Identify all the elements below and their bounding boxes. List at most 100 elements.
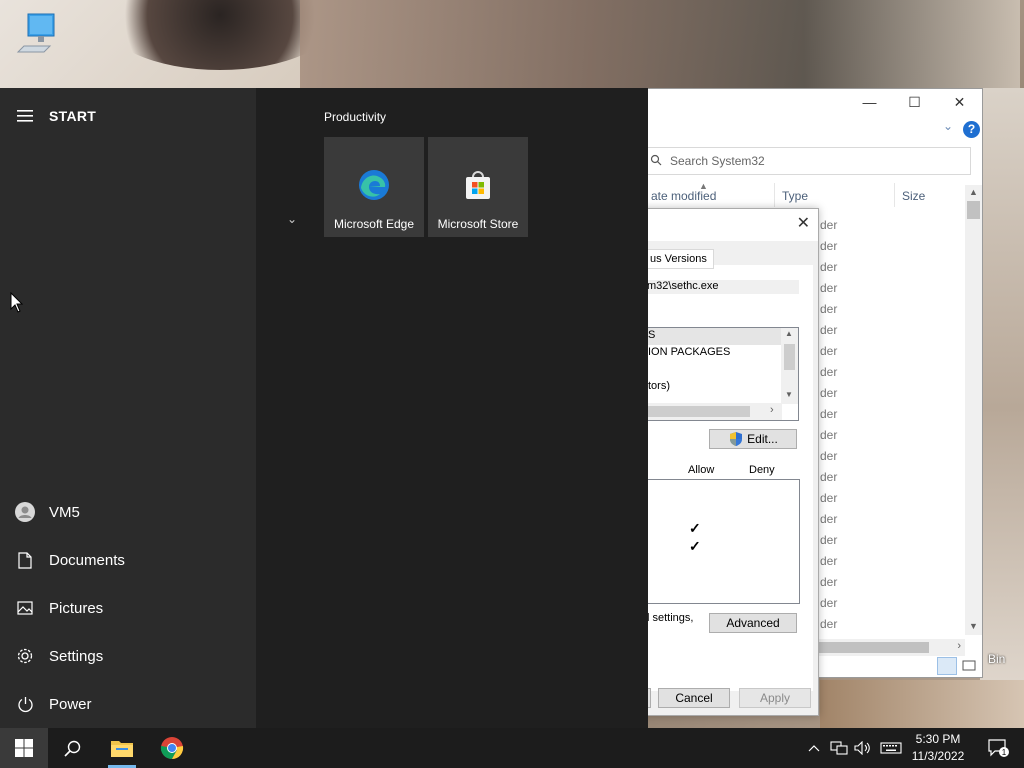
rail-item-label: Pictures — [49, 599, 104, 617]
edit-button[interactable]: Edit... — [709, 429, 797, 449]
rail-item-user[interactable]: VM5 — [0, 490, 256, 534]
file-row-type[interactable]: der — [820, 218, 837, 232]
scroll-thumb[interactable] — [784, 344, 795, 370]
chrome-taskbar-button[interactable] — [148, 728, 196, 768]
help-icon[interactable]: ? — [963, 121, 980, 138]
file-row-type[interactable]: der — [820, 575, 837, 589]
notification-icon: 1 — [988, 739, 1009, 757]
file-row-type[interactable]: der — [820, 407, 837, 421]
pictures-icon — [15, 598, 35, 618]
rail-item-label: Power — [49, 695, 92, 713]
file-row-type[interactable]: der — [820, 449, 837, 463]
keyboard-icon — [880, 742, 902, 754]
file-row-type[interactable]: der — [820, 365, 837, 379]
search-icon — [63, 740, 80, 757]
search-button[interactable] — [48, 728, 96, 768]
uac-shield-icon — [730, 432, 743, 446]
search-box[interactable]: Search System32 — [643, 147, 971, 175]
list-horizontal-scrollbar[interactable]: › — [646, 403, 782, 420]
rail-item-documents[interactable]: Documents — [0, 538, 256, 582]
file-row-type[interactable]: der — [820, 554, 837, 568]
recycle-bin-label[interactable]: Bin — [988, 652, 1005, 666]
start-button[interactable] — [0, 728, 48, 768]
object-name-field: m32\sethc.exe — [645, 280, 799, 294]
scroll-up-arrow[interactable]: ▲ — [969, 187, 978, 197]
wallpaper-shape — [820, 680, 1024, 728]
column-size[interactable]: Size — [902, 189, 925, 203]
file-row-type[interactable]: der — [820, 596, 837, 610]
close-icon[interactable]: ✕ — [797, 213, 810, 233]
file-explorer-taskbar-button[interactable] — [98, 728, 146, 768]
maximize-button[interactable]: ☐ — [892, 89, 937, 115]
close-button[interactable]: ✕ — [937, 89, 982, 115]
windows-logo-icon — [15, 739, 33, 757]
file-row-type[interactable]: der — [820, 491, 837, 505]
large-icons-view-button[interactable] — [959, 657, 979, 675]
file-row-type[interactable]: der — [820, 344, 837, 358]
document-icon — [15, 550, 35, 570]
volume-button[interactable] — [852, 728, 874, 768]
file-row-type[interactable]: der — [820, 470, 837, 484]
rail-item-settings[interactable]: Settings — [0, 634, 256, 678]
tile-microsoft-store[interactable]: Microsoft Store — [428, 137, 528, 237]
scroll-down-arrow[interactable]: ▼ — [969, 621, 978, 631]
column-date-modified[interactable]: ate modified — [651, 189, 716, 203]
scroll-thumb[interactable] — [646, 406, 750, 417]
file-row-type[interactable]: der — [820, 239, 837, 253]
scroll-thumb[interactable] — [819, 642, 929, 653]
file-row-type[interactable]: der — [820, 302, 837, 316]
advanced-button[interactable]: Advanced — [709, 613, 797, 633]
folder-icon — [111, 741, 133, 757]
action-center-button[interactable]: 1 — [978, 728, 1018, 768]
scroll-thumb[interactable] — [967, 201, 980, 219]
tab-previous-versions[interactable]: us Versions — [643, 249, 714, 269]
mouse-cursor-icon — [10, 292, 24, 313]
network-icon — [830, 741, 848, 755]
file-row-type[interactable]: der — [820, 428, 837, 442]
tile-microsoft-edge[interactable]: Microsoft Edge — [324, 137, 424, 237]
list-item[interactable]: S — [648, 329, 655, 341]
special-permissions-text: l settings, — [647, 612, 694, 624]
search-icon — [650, 154, 662, 166]
notification-count: 1 — [1002, 748, 1007, 757]
vertical-scrollbar[interactable]: ▲ ▼ — [965, 185, 982, 635]
list-item[interactable]: ION PACKAGES — [648, 346, 730, 358]
column-separator[interactable] — [774, 183, 775, 207]
file-row-type[interactable]: der — [820, 281, 837, 295]
file-row-type[interactable]: der — [820, 617, 837, 631]
scroll-right-arrow[interactable]: › — [957, 640, 961, 652]
clock[interactable]: 5:30 PM 11/3/2022 — [906, 731, 970, 765]
file-row-type[interactable]: der — [820, 533, 837, 547]
show-hidden-icons-button[interactable] — [804, 728, 824, 768]
rail-item-power[interactable]: Power — [0, 682, 256, 726]
file-row-type[interactable]: der — [820, 512, 837, 526]
list-vertical-scrollbar[interactable]: ▲ ▼ — [781, 328, 798, 404]
cancel-button[interactable]: Cancel — [658, 688, 730, 708]
column-separator[interactable] — [894, 183, 895, 207]
minimize-button[interactable]: — — [847, 89, 892, 115]
chevron-up-icon — [808, 745, 820, 752]
list-item[interactable]: tors) — [648, 380, 670, 392]
file-row-type[interactable]: der — [820, 386, 837, 400]
scroll-up-arrow[interactable]: ▲ — [785, 329, 793, 338]
group-user-list[interactable]: S ION PACKAGES tors) ▲ ▼ › — [645, 327, 799, 421]
chevron-down-icon[interactable]: ⌄ — [287, 212, 297, 226]
hamburger-icon[interactable] — [17, 110, 33, 122]
rail-item-pictures[interactable]: Pictures — [0, 586, 256, 630]
wallpaper-shape — [980, 88, 1024, 728]
apply-button[interactable]: Apply — [739, 688, 811, 708]
network-button[interactable] — [828, 728, 850, 768]
chevron-down-icon[interactable]: ⌄ — [943, 119, 953, 133]
store-icon — [466, 171, 490, 199]
scroll-down-arrow[interactable]: ▼ — [785, 390, 793, 399]
this-pc-icon[interactable] — [14, 8, 64, 58]
column-type[interactable]: Type — [782, 189, 808, 203]
details-view-button[interactable] — [937, 657, 957, 675]
tile-group-title[interactable]: Productivity — [324, 110, 386, 124]
allow-header: Allow — [688, 464, 715, 476]
wallpaper-shape — [300, 0, 1020, 88]
input-indicator-button[interactable] — [876, 728, 906, 768]
file-row-type[interactable]: der — [820, 260, 837, 274]
scroll-right-arrow[interactable]: › — [770, 404, 774, 416]
file-row-type[interactable]: der — [820, 323, 837, 337]
